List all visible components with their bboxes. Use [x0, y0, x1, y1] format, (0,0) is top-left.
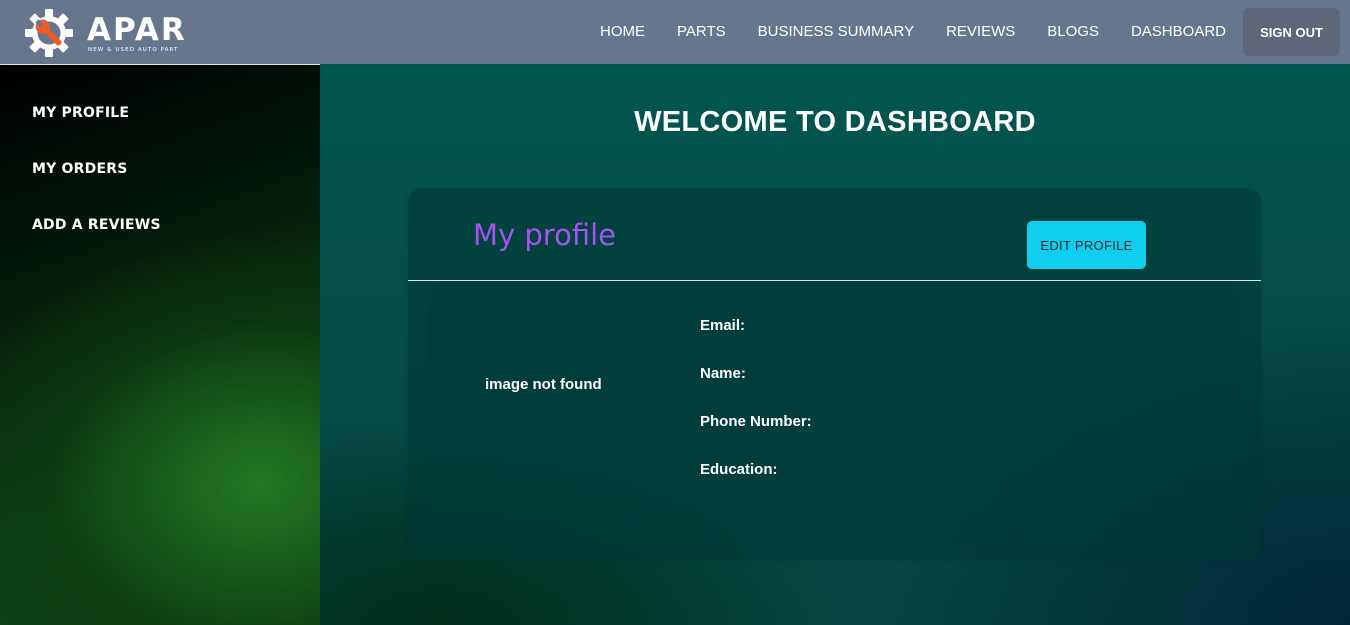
brand-tagline: NEW & USED AUTO PART [88, 47, 179, 53]
sidebar-item-my-orders[interactable]: MY ORDERS [32, 161, 127, 177]
brand-logo[interactable]: APAR NEW & USED AUTO PART [24, 9, 189, 57]
phone-number-label: Phone Number: [700, 413, 812, 430]
brand-name: APAR [87, 12, 187, 48]
nav-dashboard[interactable]: DASHBOARD [1115, 8, 1242, 56]
page-title: WELCOME TO DASHBOARD [634, 106, 1036, 138]
profile-details-panel [428, 286, 1240, 543]
profile-card: My profile EDIT PROFILE image not found … [408, 188, 1261, 560]
nav-business-summary[interactable]: BUSINESS SUMMARY [742, 8, 930, 56]
dashboard-sidebar: MY PROFILE MY ORDERS ADD A REVIEWS [0, 64, 320, 625]
profile-title: My profile [473, 218, 617, 252]
nav-links: HOME PARTS BUSINESS SUMMARY REVIEWS BLOG… [584, 8, 1340, 56]
nav-parts[interactable]: PARTS [661, 8, 742, 56]
edit-profile-button[interactable]: EDIT PROFILE [1027, 221, 1146, 269]
nav-reviews[interactable]: REVIEWS [930, 8, 1031, 56]
dashboard-main: WELCOME TO DASHBOARD My profile EDIT PRO… [320, 64, 1350, 625]
education-label: Education: [700, 461, 778, 478]
nav-home[interactable]: HOME [584, 8, 661, 56]
gear-wrench-icon [25, 9, 73, 57]
top-navbar: APAR NEW & USED AUTO PART HOME PARTS BUS… [0, 0, 1350, 64]
email-label: Email: [700, 317, 746, 334]
sign-out-button[interactable]: SIGN OUT [1243, 8, 1340, 56]
sidebar-item-my-profile[interactable]: MY PROFILE [32, 105, 129, 121]
profile-image-placeholder: image not found [485, 376, 602, 393]
card-divider [408, 280, 1261, 281]
name-label: Name: [700, 365, 746, 382]
sidebar-item-add-review[interactable]: ADD A REVIEWS [32, 217, 161, 233]
nav-blogs[interactable]: BLOGS [1031, 8, 1115, 56]
